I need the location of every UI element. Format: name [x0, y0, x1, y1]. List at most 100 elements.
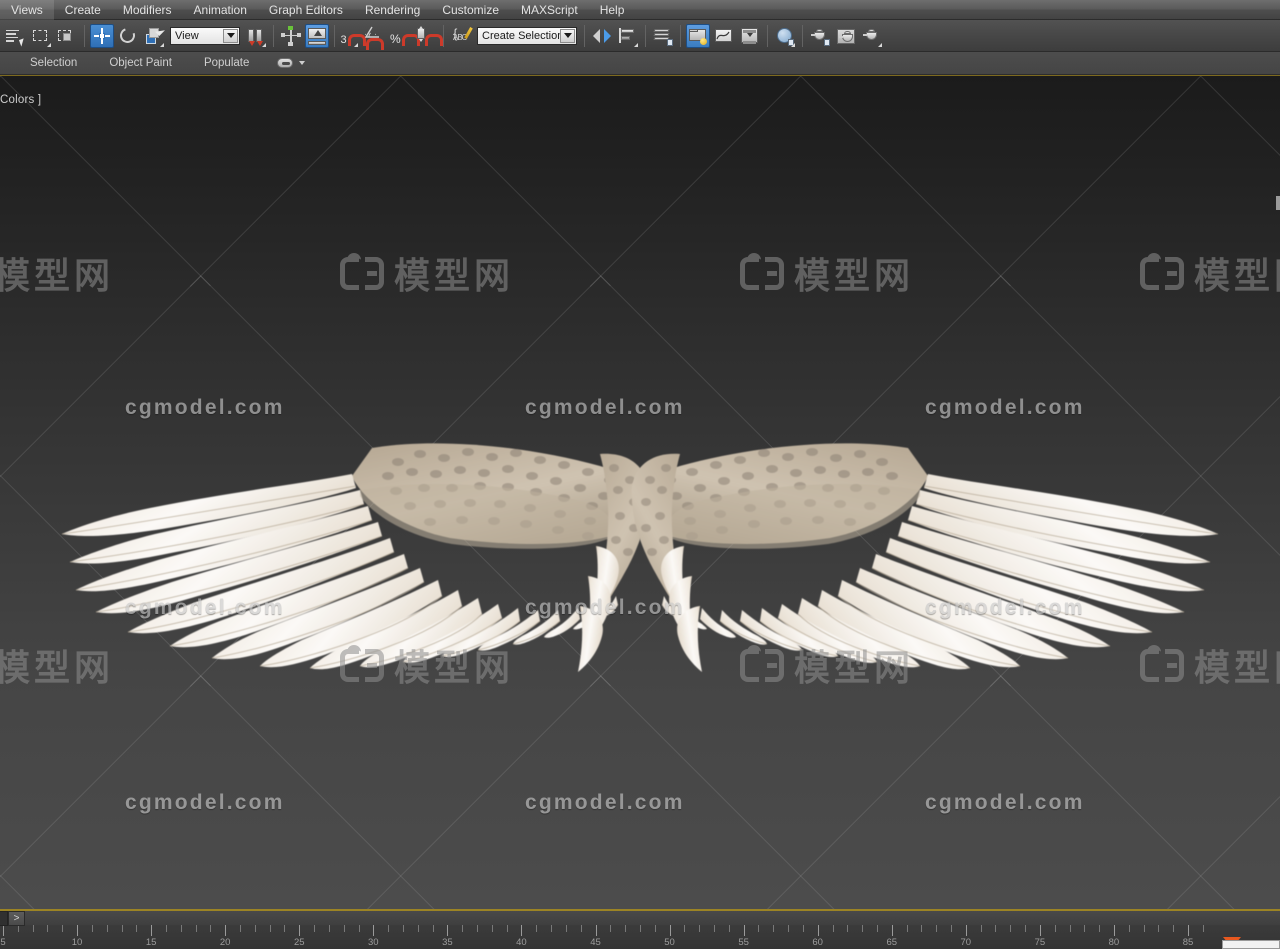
menu-item-customize[interactable]: Customize	[431, 0, 510, 20]
toolbar-separator	[443, 24, 444, 47]
ruler-tick-minor	[121, 925, 123, 932]
ruler-tick-minor	[951, 925, 952, 932]
ribbon-tab-object-paint[interactable]: Object Paint	[93, 52, 188, 75]
ruler-tick-minor	[106, 925, 108, 932]
ruler-tick-major	[373, 925, 375, 936]
ruler-tick-minor	[477, 925, 478, 932]
rendered-frame-window-icon	[836, 26, 856, 46]
render-setup-button[interactable]	[808, 24, 832, 48]
select-object-icon	[5, 26, 27, 47]
ruler-tick-minor	[936, 925, 938, 932]
chevron-down-icon[interactable]	[560, 28, 575, 43]
flyout-arrow-icon	[160, 42, 164, 47]
ribbon-tab-populate[interactable]: Populate	[188, 52, 265, 75]
ruler-tick-minor	[1128, 925, 1130, 932]
ruler-tick-major	[743, 925, 745, 936]
angle-snap-toggle-icon	[364, 26, 384, 50]
snap-level-label: 3	[340, 33, 347, 46]
ruler-tick-minor	[802, 925, 804, 932]
wings-svg	[61, 443, 1219, 672]
ruler-tick-major	[77, 925, 79, 936]
angle-snap-toggle-button[interactable]	[362, 24, 386, 50]
ruler-label: 25	[293, 937, 305, 948]
ribbon-minimize-icon[interactable]	[277, 58, 294, 68]
select-and-uniform-scale-button[interactable]	[142, 24, 166, 48]
layer-explorer-icon	[653, 26, 673, 46]
ruler-tick-minor	[906, 925, 908, 932]
ruler-tick-minor	[995, 925, 997, 932]
toolbar-separator	[584, 24, 585, 47]
ruler-tick-major	[1113, 925, 1115, 936]
menu-item-animation[interactable]: Animation	[183, 0, 258, 20]
ruler-tick-minor	[654, 925, 656, 932]
track-bar-next-button[interactable]: >	[8, 911, 25, 926]
main-toolbar: View 3 % {ABC Create Selection	[0, 20, 1280, 52]
material-editor-button[interactable]	[773, 24, 797, 48]
reference-coordinate-system-combo[interactable]: View	[170, 26, 240, 45]
ruler-tick-minor	[1173, 925, 1175, 932]
toolbar-separator	[802, 24, 803, 47]
ruler-label: 65	[886, 937, 898, 948]
ruler-tick-major	[3, 925, 4, 936]
spinner-snap-toggle-icon	[416, 25, 443, 46]
viewport[interactable]: Colors ] 模型网 模型网 模型网 模型 模型网 模型网 模型网 模型 c…	[0, 75, 1280, 909]
rendered-frame-window-button[interactable]	[834, 24, 858, 48]
track-bar[interactable]	[0, 909, 1280, 925]
select-and-move-button[interactable]	[90, 23, 114, 48]
ruler-tick-minor	[388, 925, 390, 932]
ruler-label: 5	[0, 937, 6, 948]
ruler-label: 10	[71, 937, 83, 948]
chevron-down-icon[interactable]	[223, 28, 238, 43]
ribbon-tab-selection[interactable]: Selection	[14, 52, 93, 75]
keyboard-shortcut-override-toggle-button[interactable]	[305, 23, 329, 48]
ruler-label: 60	[812, 937, 823, 948]
ruler-tick-major	[1188, 925, 1189, 936]
menu-item-rendering[interactable]: Rendering	[354, 0, 431, 20]
use-pivot-point-center-button[interactable]	[244, 24, 268, 48]
spinner-snap-toggle-button[interactable]	[414, 24, 443, 48]
ruler-tick-minor	[417, 925, 419, 932]
curve-editor-icon	[714, 26, 734, 46]
menu-bar: Views Create Modifiers Animation Graph E…	[0, 0, 1280, 20]
schematic-view-button[interactable]	[738, 24, 762, 48]
ruler-tick-minor	[180, 925, 182, 932]
ruler-tick-minor	[1099, 925, 1101, 932]
mirror-button[interactable]	[590, 24, 614, 48]
menu-item-help[interactable]: Help	[589, 0, 636, 20]
select-and-manipulate-button[interactable]	[279, 24, 303, 48]
ruler-tick-minor	[491, 925, 493, 932]
viewport-label[interactable]: Colors ]	[0, 94, 41, 106]
ribbon-tabs: Selection Object Paint Populate	[0, 52, 1280, 75]
menu-item-views[interactable]: Views	[0, 0, 54, 20]
create-selection-set-combo[interactable]: Create Selection Se	[477, 26, 577, 45]
ruler-label: 85	[1182, 937, 1194, 948]
render-production-button[interactable]	[860, 24, 884, 48]
layer-explorer-button[interactable]	[651, 24, 675, 48]
percent-snap-toggle-button[interactable]: %	[388, 24, 421, 48]
ruler-label: 30	[368, 937, 379, 948]
menu-item-create[interactable]: Create	[54, 0, 112, 20]
window-crossing-button[interactable]	[55, 24, 79, 48]
ruler-tick-minor	[728, 925, 730, 932]
named-selection-sets-button[interactable]: { ABC	[449, 24, 473, 48]
snaps-toggle-button[interactable]: 3	[340, 24, 366, 48]
chevron-down-icon[interactable]	[299, 61, 306, 65]
ruler-tick-minor	[980, 925, 982, 932]
time-field[interactable]	[1222, 940, 1280, 949]
scene-explorer-button[interactable]	[686, 23, 710, 48]
select-and-rotate-button[interactable]	[116, 24, 140, 48]
curve-editor-button[interactable]	[712, 24, 736, 48]
menu-item-graph-editors[interactable]: Graph Editors	[258, 0, 354, 20]
ruler-tick-major	[225, 925, 227, 936]
rectangular-selection-region-button[interactable]	[29, 24, 53, 48]
align-button[interactable]	[616, 24, 640, 48]
ruler-tick-major	[299, 925, 301, 936]
ruler-tick-minor	[565, 925, 567, 932]
menu-item-modifiers[interactable]: Modifiers	[112, 0, 183, 20]
ruler-tick-minor	[343, 925, 345, 932]
render-setup-icon	[810, 26, 830, 46]
select-object-button[interactable]	[3, 24, 27, 48]
time-ruler[interactable]: 5 10 15 20 25 30 35 40 45 50 55 60 65 70 75 80 85	[0, 925, 1280, 949]
flyout-arrow-icon	[634, 42, 638, 47]
menu-item-maxscript[interactable]: MAXScript	[510, 0, 589, 20]
